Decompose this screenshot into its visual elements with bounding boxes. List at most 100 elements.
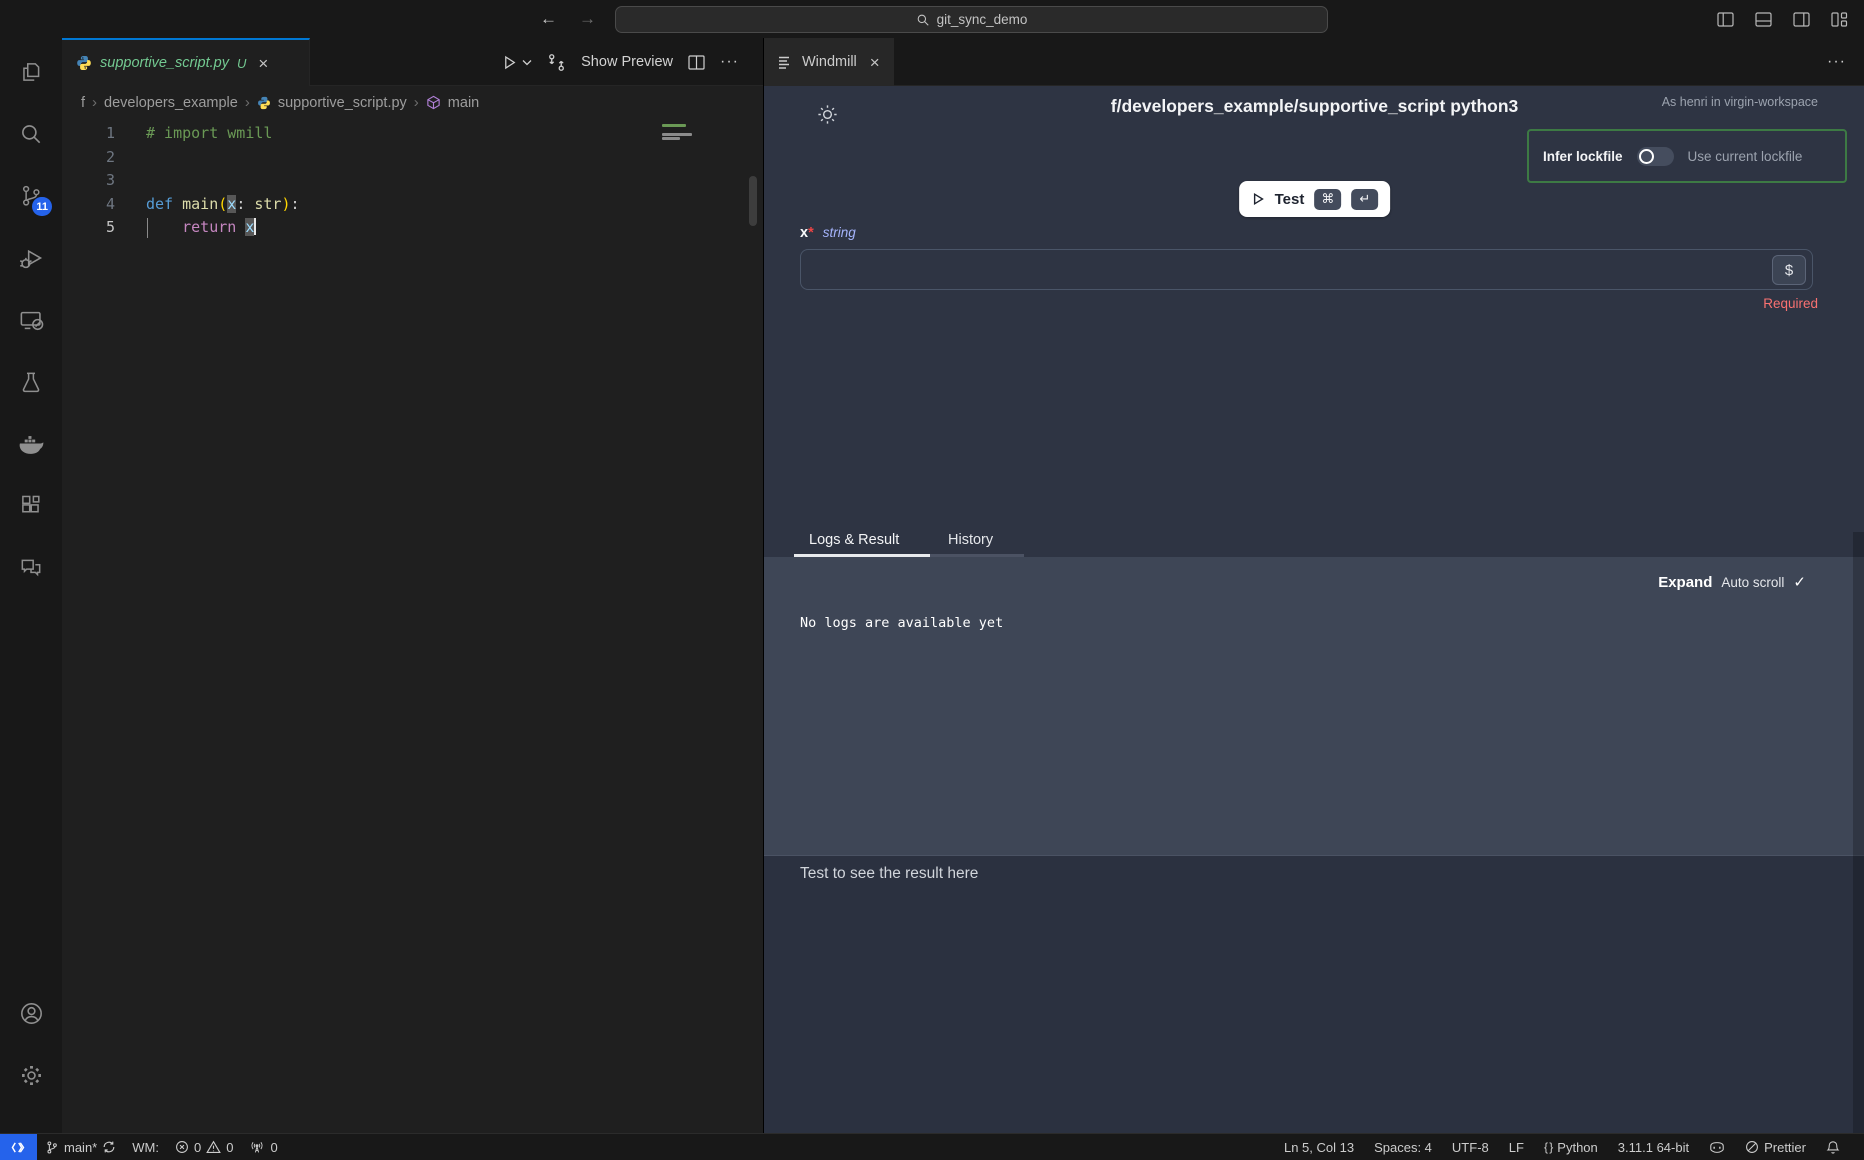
breadcrumb: f › developers_example › supportive_scri…: [62, 86, 763, 119]
nav-back-icon[interactable]: ←: [540, 9, 557, 29]
breadcrumb-folder[interactable]: developers_example: [104, 95, 238, 111]
language-status[interactable]: { } Python: [1534, 1134, 1608, 1160]
eol-status[interactable]: LF: [1499, 1134, 1534, 1160]
activity-source-control[interactable]: 11: [0, 165, 62, 227]
indentation-status[interactable]: Spaces: 4: [1364, 1134, 1442, 1160]
required-message: Required: [1763, 296, 1818, 311]
tab-supportive-script[interactable]: supportive_script.py U ×: [62, 38, 310, 86]
lockfile-toggle[interactable]: [1637, 147, 1674, 166]
branch-status[interactable]: main*: [37, 1134, 124, 1160]
formatter-status[interactable]: Prettier: [1735, 1134, 1816, 1160]
editor-more-actions-icon[interactable]: ···: [720, 53, 739, 71]
minimap: [662, 124, 686, 127]
breadcrumb-separator-icon: ›: [414, 94, 419, 111]
search-query: git_sync_demo: [937, 12, 1028, 27]
copilot-icon: [1709, 1141, 1725, 1154]
editor-scrollbar[interactable]: [749, 176, 757, 226]
run-icon[interactable]: [501, 54, 518, 71]
code-line[interactable]: 4def main(x: str):: [62, 193, 763, 217]
tab-filename: supportive_script.py: [100, 55, 229, 71]
windmill-panel-group: Windmill × ··· f/developers_example/supp…: [763, 38, 1864, 1133]
use-current-lockfile-label: Use current lockfile: [1688, 149, 1803, 164]
logs-empty-message: No logs are available yet: [800, 615, 1003, 631]
code-line[interactable]: 1# import wmill: [62, 122, 763, 146]
comments-icon: [18, 555, 44, 581]
problems-status[interactable]: 0 0: [167, 1134, 241, 1160]
activity-explorer[interactable]: [0, 41, 62, 103]
breadcrumb-symbol[interactable]: main: [448, 95, 479, 111]
breadcrumb-folder[interactable]: f: [81, 95, 85, 111]
ports-status[interactable]: 0: [241, 1134, 285, 1160]
code-editor[interactable]: 1# import wmill234def main(x: str):5 ret…: [62, 119, 763, 1133]
line-content: # import wmill: [115, 122, 272, 146]
arg-input[interactable]: $: [800, 249, 1813, 290]
cursor-position[interactable]: Ln 5, Col 13: [1274, 1134, 1364, 1160]
test-button[interactable]: Test ⌘ ↵: [1239, 181, 1391, 217]
activity-account[interactable]: [0, 982, 62, 1044]
show-preview-button[interactable]: Show Preview: [581, 54, 673, 70]
cmd-key-icon: ⌘: [1314, 189, 1341, 210]
wm-status[interactable]: WM:: [124, 1134, 167, 1160]
minimap: [662, 133, 692, 136]
error-icon: [175, 1140, 189, 1154]
toggle-panel-icon[interactable]: [1755, 12, 1772, 27]
search-icon: [18, 121, 44, 147]
tab-history[interactable]: History: [948, 532, 993, 548]
activity-search[interactable]: [0, 103, 62, 165]
tab-logs-result[interactable]: Logs & Result: [809, 532, 899, 548]
play-icon: [1251, 192, 1265, 206]
breadcrumb-file[interactable]: supportive_script.py: [278, 95, 407, 111]
open-changes-icon[interactable]: [547, 53, 566, 72]
variable-picker-button[interactable]: $: [1772, 255, 1806, 285]
logs-panel: Expand Auto scroll ✓ No logs are availab…: [764, 557, 1864, 855]
run-context-label: As henri in virgin-workspace: [1662, 95, 1818, 109]
toggle-sidebar-icon[interactable]: [1717, 12, 1734, 27]
status-bar: main* WM: 0 0 0 Ln 5, Col 13 Spaces: 4 U…: [0, 1133, 1864, 1160]
warning-count: 0: [226, 1140, 233, 1155]
remote-indicator[interactable]: [0, 1134, 37, 1160]
arg-name: x: [800, 225, 808, 241]
branch-name: main*: [64, 1140, 97, 1155]
activity-bar: 11: [0, 38, 62, 1133]
encoding-status[interactable]: UTF-8: [1442, 1134, 1499, 1160]
code-lines: 1# import wmill234def main(x: str):5 ret…: [62, 119, 763, 240]
result-tabs: Logs & Result History: [764, 532, 1864, 557]
braces-icon: { }: [1544, 1140, 1552, 1154]
nav-forward-icon[interactable]: →: [579, 9, 596, 29]
expand-button[interactable]: Expand: [1658, 574, 1712, 591]
enter-key-icon: ↵: [1351, 189, 1378, 210]
activity-extensions[interactable]: [0, 475, 62, 537]
activity-run-debug[interactable]: [0, 227, 62, 289]
activity-comments[interactable]: [0, 537, 62, 599]
panel-tab-close-icon[interactable]: ×: [870, 54, 880, 71]
toggle-secondary-sidebar-icon[interactable]: [1793, 12, 1810, 27]
notifications-status[interactable]: [1816, 1134, 1850, 1160]
warning-icon: [206, 1140, 221, 1154]
extensions-icon: [18, 493, 44, 519]
panel-more-actions-icon[interactable]: ···: [1827, 53, 1846, 71]
activity-remote-explorer[interactable]: [0, 289, 62, 351]
run-dropdown-chevron-icon[interactable]: [522, 59, 532, 66]
activity-docker[interactable]: [0, 413, 62, 475]
python-version-status[interactable]: 3.11.1 64-bit: [1608, 1134, 1699, 1160]
command-center-search[interactable]: git_sync_demo: [615, 6, 1328, 33]
activity-settings[interactable]: [0, 1044, 62, 1106]
sync-icon: [102, 1140, 116, 1154]
tab-windmill[interactable]: Windmill ×: [764, 38, 894, 86]
code-line[interactable]: 3: [62, 169, 763, 193]
autoscroll-label[interactable]: Auto scroll: [1721, 575, 1784, 590]
account-icon: [18, 1000, 45, 1027]
language-label: Python: [1557, 1140, 1597, 1155]
code-line[interactable]: 2: [62, 146, 763, 170]
code-line[interactable]: 5 return x: [62, 216, 763, 240]
result-area: Test to see the result here: [764, 855, 1864, 1133]
tab-close-icon[interactable]: ×: [258, 55, 268, 72]
customize-layout-icon[interactable]: [1831, 12, 1848, 27]
split-editor-icon[interactable]: [688, 55, 705, 70]
webview-scrollbar[interactable]: [1853, 532, 1864, 1133]
required-star: *: [808, 225, 814, 241]
activity-testing[interactable]: [0, 351, 62, 413]
list-icon: [778, 56, 793, 69]
copilot-status[interactable]: [1699, 1134, 1735, 1160]
check-icon[interactable]: ✓: [1793, 573, 1806, 591]
